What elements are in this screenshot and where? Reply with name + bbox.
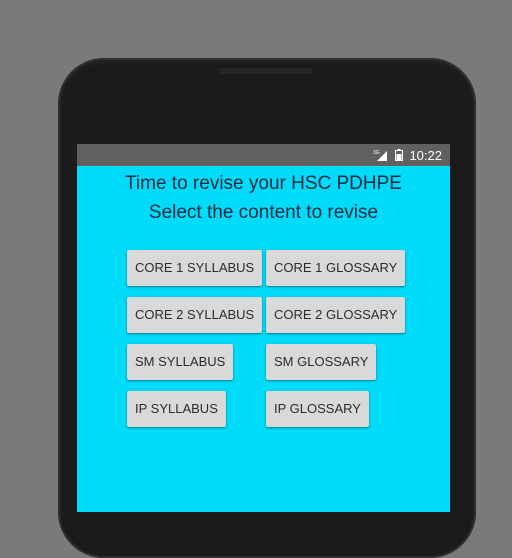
button-grid: CORE 1 SYLLABUS CORE 1 GLOSSARY CORE 2 S… — [127, 250, 406, 438]
heading-line-2: Select the content to revise — [148, 202, 379, 223]
phone-speaker — [218, 66, 314, 74]
signal-icon: 3G — [373, 149, 389, 161]
heading-line-1: Time to revise your HSC PDHPE — [125, 173, 402, 194]
ip-glossary-button[interactable]: IP GLOSSARY — [266, 391, 369, 427]
network-type-label: 3G — [373, 150, 380, 156]
core-1-syllabus-button[interactable]: CORE 1 SYLLABUS — [127, 250, 263, 286]
ip-syllabus-button[interactable]: IP SYLLABUS — [127, 391, 226, 427]
button-row: SM SYLLABUS SM GLOSSARY — [127, 344, 405, 380]
button-row: IP SYLLABUS IP GLOSSARY — [127, 391, 405, 427]
core-2-glossary-button[interactable]: CORE 2 GLOSSARY — [266, 297, 406, 333]
sm-glossary-button[interactable]: SM GLOSSARY — [266, 344, 377, 380]
core-2-syllabus-button[interactable]: CORE 2 SYLLABUS — [127, 297, 263, 333]
status-clock: 10:22 — [409, 147, 442, 163]
status-bar: 3G 10:22 — [77, 144, 450, 166]
battery-icon — [395, 149, 404, 161]
button-row: CORE 2 SYLLABUS CORE 2 GLOSSARY — [127, 297, 406, 333]
button-row: CORE 1 SYLLABUS CORE 1 GLOSSARY — [127, 250, 406, 286]
core-1-glossary-button[interactable]: CORE 1 GLOSSARY — [266, 250, 406, 286]
sm-syllabus-button[interactable]: SM SYLLABUS — [127, 344, 234, 380]
app-screen: 3G 10:22 Time to revise your HSC PDHPE S… — [77, 144, 450, 512]
